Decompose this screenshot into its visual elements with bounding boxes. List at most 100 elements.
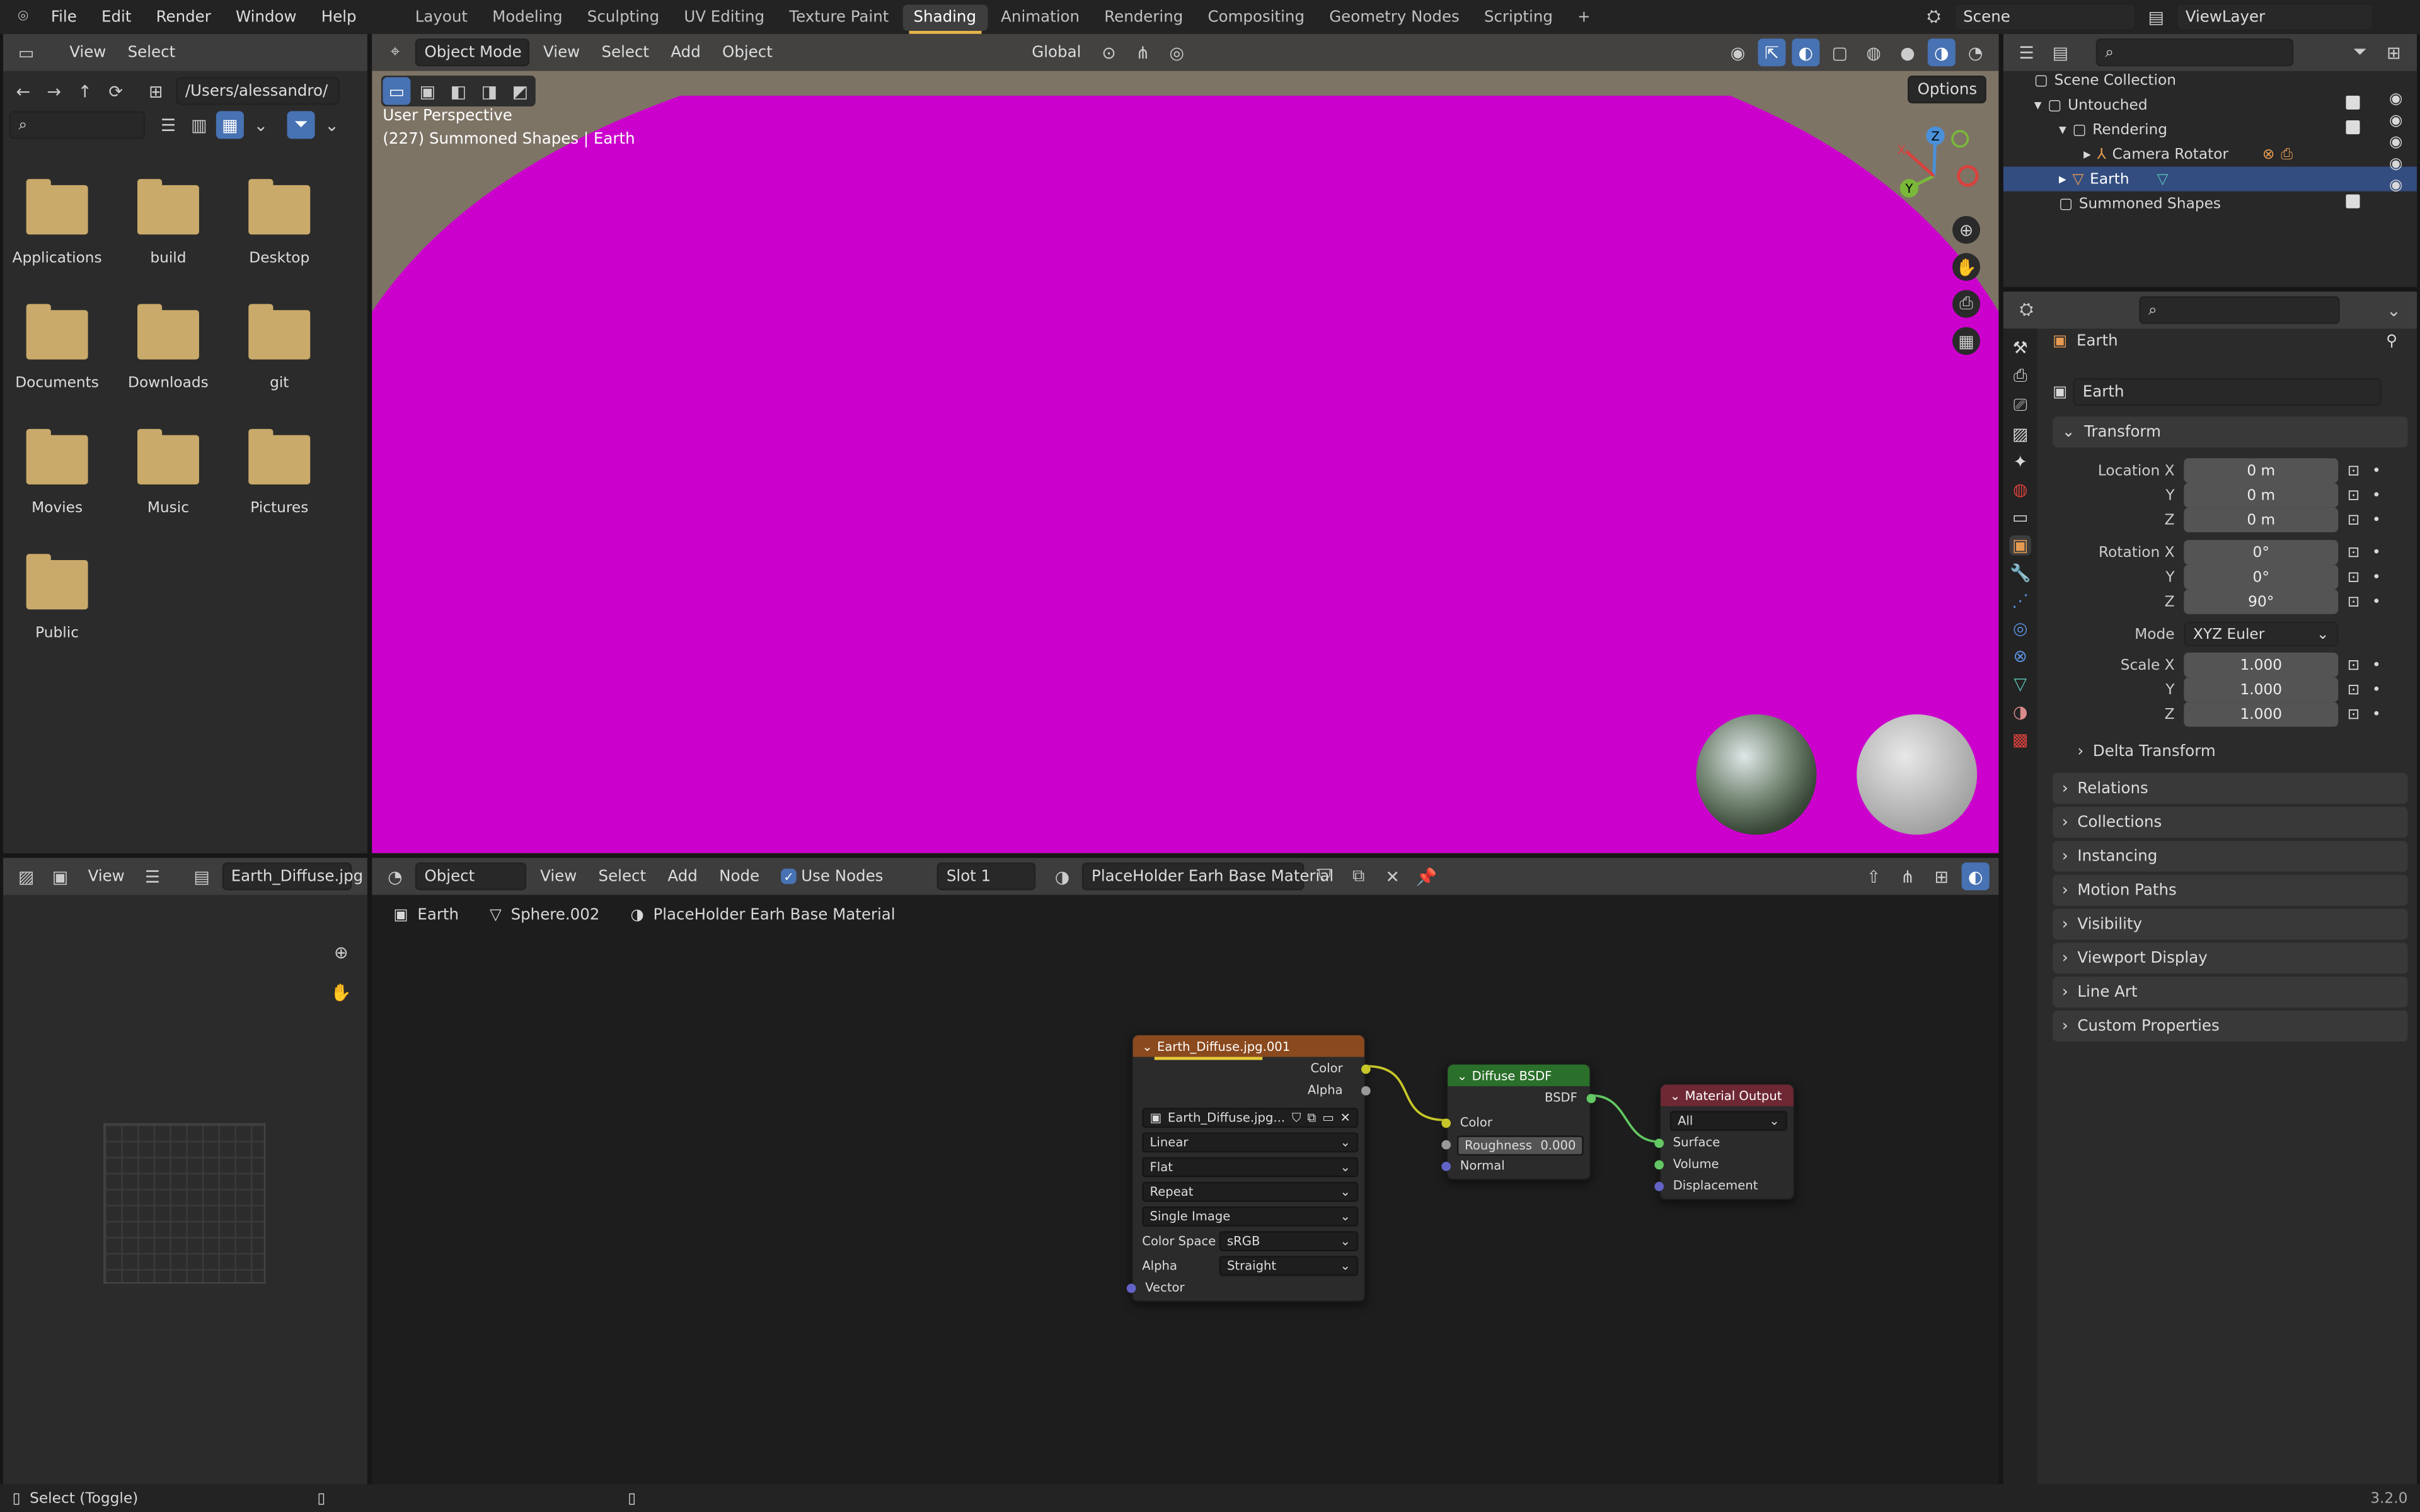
location-y-field[interactable]: 0 m xyxy=(2184,483,2339,508)
keyframe-dot-icon[interactable]: • xyxy=(2372,487,2381,504)
image-node-header[interactable]: ⌄ Earth_Diffuse.jpg.001 xyxy=(1132,1035,1364,1057)
checkbox-icon[interactable] xyxy=(2346,95,2360,110)
add-workspace-button[interactable]: + xyxy=(1567,4,1601,30)
shield-icon[interactable]: ⛉ xyxy=(1292,1110,1301,1125)
chevron-down-icon[interactable]: ⌄ xyxy=(318,111,345,139)
menu-window[interactable]: Window xyxy=(225,6,308,29)
folder-item[interactable]: Desktop xyxy=(226,179,333,267)
menu-edit[interactable]: Edit xyxy=(91,6,142,29)
select-new-icon[interactable]: ▣ xyxy=(413,77,441,105)
instancing-panel-header[interactable]: › Instancing xyxy=(2053,840,2408,872)
lock-icon[interactable]: ⊡ xyxy=(2348,593,2360,610)
scene-tab-icon[interactable]: ✦ xyxy=(2013,452,2027,472)
modifier-tab-icon[interactable]: 🔧 xyxy=(2010,563,2031,583)
xray-icon[interactable]: ▢ xyxy=(1826,38,1853,66)
duplicate-icon[interactable]: ⧉ xyxy=(1307,1110,1316,1125)
material-tab-icon[interactable]: ◑ xyxy=(2013,702,2028,722)
file-select-menu[interactable]: Select xyxy=(120,38,183,66)
keyframe-dot-icon[interactable]: • xyxy=(2372,462,2381,479)
material-output-node[interactable]: ⌄ Material Output All ⌄ Surface Volume Dis… xyxy=(1654,1083,1795,1201)
keyframe-dot-icon[interactable]: • xyxy=(2372,544,2381,561)
diffuse-node-header[interactable]: ⌄ Diffuse BSDF xyxy=(1448,1064,1590,1087)
bsdf-output-socket[interactable] xyxy=(1586,1094,1596,1104)
folder-item[interactable]: Music xyxy=(114,428,222,517)
checkbox-icon[interactable] xyxy=(2346,194,2360,209)
keyframe-dot-icon[interactable]: • xyxy=(2372,512,2381,529)
view-layer-selector[interactable]: ViewLayer xyxy=(2176,3,2374,31)
folder-item[interactable]: build xyxy=(114,179,222,267)
camera-view-icon[interactable]: ⎙ xyxy=(1952,290,1981,318)
image-view-menu[interactable]: View xyxy=(80,862,132,890)
chevron-down-icon[interactable]: ⌄ xyxy=(2380,296,2407,324)
image-texture-node[interactable]: ⌄ Earth_Diffuse.jpg.001 Color Alpha ▣ Eart… xyxy=(1126,1033,1371,1302)
rotation-y-field[interactable]: 0° xyxy=(2184,564,2339,590)
display-mode-icon[interactable]: ▤ xyxy=(2046,38,2074,66)
outliner-item-camera-rotator[interactable]: ▸ ⅄ Camera Rotator ⊗ ⎙ xyxy=(2083,142,2293,166)
folder-item[interactable]: Public xyxy=(3,554,111,642)
view-layer-icon[interactable]: ▤ xyxy=(2142,3,2170,31)
parent-dir-icon[interactable]: ↑ xyxy=(71,77,99,105)
outliner-item-scene-collection[interactable]: ▢ Scene Collection xyxy=(2034,68,2176,93)
pan-hand-icon[interactable]: ✋ xyxy=(1952,253,1981,281)
visibility-panel-header[interactable]: › Visibility xyxy=(2053,908,2408,940)
tab-shading[interactable]: Shading xyxy=(902,4,988,33)
solid-shading-icon[interactable]: ● xyxy=(1894,38,1922,66)
projection-dropdown[interactable]: Flat ⌄ xyxy=(1142,1157,1359,1177)
eye-icon[interactable]: ◉ xyxy=(2389,113,2402,130)
color-space-dropdown[interactable]: sRGB ⌄ xyxy=(1219,1231,1359,1252)
rotation-mode-dropdown[interactable]: XYZ Euler ⌄ xyxy=(2184,621,2339,647)
keyframe-dot-icon[interactable]: • xyxy=(2372,568,2381,585)
filter-icon[interactable]: ⏷ xyxy=(287,111,315,139)
color-output-socket[interactable] xyxy=(1361,1064,1371,1074)
custom-properties-panel-header[interactable]: › Custom Properties xyxy=(2053,1011,2408,1042)
hamburger-menu-icon[interactable]: ☰ xyxy=(139,862,166,890)
object-browse-icon[interactable]: ▣ xyxy=(2053,384,2067,401)
lock-icon[interactable]: ⊡ xyxy=(2348,656,2360,673)
view-layer-tab-icon[interactable]: ▨ xyxy=(2012,424,2028,444)
line-art-panel-header[interactable]: › Line Art xyxy=(2053,976,2408,1008)
checkbox-icon[interactable] xyxy=(2346,120,2360,135)
interpolation-dropdown[interactable]: Linear ⌄ xyxy=(1142,1132,1359,1153)
color-input-socket[interactable] xyxy=(1441,1118,1451,1128)
outliner-item-earth[interactable]: ▸ ▽ Earth ▽ xyxy=(2059,166,2169,191)
scene-icon[interactable]: ⛭ xyxy=(1920,3,1948,31)
texture-tab-icon[interactable]: ▩ xyxy=(2012,730,2028,750)
lock-icon[interactable]: ⊡ xyxy=(2348,544,2360,561)
image-browse-icon[interactable]: ▤ xyxy=(188,862,216,890)
outliner-item-rendering[interactable]: ▾ ▢ Rendering xyxy=(2059,117,2167,142)
visibility-icon[interactable]: ◉ xyxy=(1724,38,1752,66)
physics-tab-icon[interactable]: ◎ xyxy=(2013,619,2028,639)
select-invert-icon[interactable]: ◩ xyxy=(506,77,534,105)
eye-icon[interactable]: ◉ xyxy=(2389,178,2402,195)
data-tab-icon[interactable]: ▽ xyxy=(2014,674,2027,694)
outliner-item-untouched[interactable]: ▾ ▢ Untouched xyxy=(2034,93,2148,117)
editor-type-icon[interactable]: ⌖ xyxy=(381,38,409,66)
normal-input-socket[interactable] xyxy=(1441,1162,1451,1171)
lock-icon[interactable]: ⊡ xyxy=(2348,462,2360,479)
new-collection-icon[interactable]: ⊞ xyxy=(2380,38,2407,66)
file-search-input[interactable]: ⌕ xyxy=(9,111,146,139)
motion-paths-panel-header[interactable]: › Motion Paths xyxy=(2053,874,2408,906)
image-editor[interactable]: ▨ ▣ View ☰ ▤ Earth_Diffuse.jpg ⊕ ✋ xyxy=(3,857,367,1484)
volume-input-socket[interactable] xyxy=(1654,1160,1664,1170)
tab-animation[interactable]: Animation xyxy=(990,4,1090,30)
refresh-icon[interactable]: ⟳ xyxy=(102,77,130,105)
close-icon[interactable]: ✕ xyxy=(1340,1111,1350,1125)
editor-type-icon[interactable]: ⛭ xyxy=(2012,296,2040,324)
extension-dropdown[interactable]: Repeat ⌄ xyxy=(1142,1181,1359,1202)
chevron-down-icon[interactable]: ⌄ xyxy=(247,111,275,139)
scale-y-field[interactable]: 1.000 xyxy=(2184,677,2339,702)
outliner-item-summoned-shapes[interactable]: ▢ Summoned Shapes xyxy=(2059,192,2221,216)
folder-item[interactable]: Documents xyxy=(3,304,111,392)
surface-input-socket[interactable] xyxy=(1654,1138,1664,1148)
diffuse-bsdf-node[interactable]: ⌄ Diffuse BSDF BSDF Color Roughness 0.000 … xyxy=(1441,1063,1596,1181)
viewport-menu-select[interactable]: Select xyxy=(594,38,657,66)
eye-icon[interactable]: ◉ xyxy=(2389,156,2402,173)
expand-chevron-icon[interactable]: ▾ xyxy=(2059,121,2066,138)
viewport-menu-view[interactable]: View xyxy=(536,38,588,66)
proportional-edit-icon[interactable]: ◎ xyxy=(1163,38,1190,66)
tab-compositing[interactable]: Compositing xyxy=(1197,4,1315,30)
folder-open-icon[interactable]: ▭ xyxy=(1322,1111,1334,1125)
material-shading-icon[interactable]: ◑ xyxy=(1927,38,1956,67)
world-tab-icon[interactable]: ◍ xyxy=(2013,480,2028,500)
